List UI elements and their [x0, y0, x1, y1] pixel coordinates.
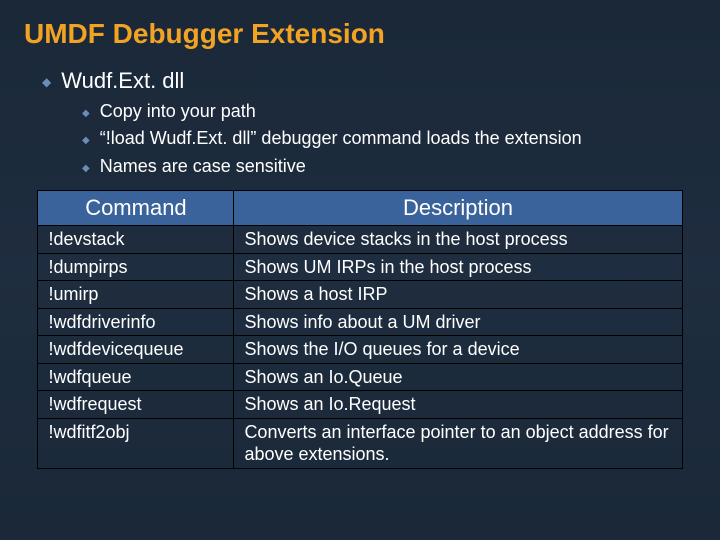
cell-description: Shows an Io.Queue [234, 363, 682, 391]
table-row: !umirp Shows a host IRP [38, 281, 682, 309]
cell-command: !wdfitf2obj [38, 418, 234, 468]
list-item: ◆ Copy into your path [82, 100, 696, 123]
table-row: !wdfitf2obj Converts an interface pointe… [38, 418, 682, 468]
header-description: Description [234, 191, 682, 226]
bullet-icon: ◆ [82, 107, 90, 120]
table-header-row: Command Description [38, 191, 682, 226]
bullet-icon: ◆ [42, 75, 51, 89]
bullet-icon: ◆ [82, 134, 90, 147]
slide: UMDF Debugger Extension ◆ Wudf.Ext. dll … [0, 0, 720, 540]
slide-title: UMDF Debugger Extension [24, 18, 696, 50]
table-row: !wdfrequest Shows an Io.Request [38, 391, 682, 419]
cell-description: Shows info about a UM driver [234, 308, 682, 336]
bullet-icon: ◆ [82, 162, 90, 175]
list-item: ◆ Wudf.Ext. dll [42, 68, 696, 94]
bullet-text: Copy into your path [100, 100, 256, 123]
bullet-text: “!load Wudf.Ext. dll” debugger command l… [100, 127, 582, 150]
bullet-level2: ◆ Copy into your path ◆ “!load Wudf.Ext.… [82, 100, 696, 178]
cell-command: !dumpirps [38, 253, 234, 281]
list-item: ◆ “!load Wudf.Ext. dll” debugger command… [82, 127, 696, 150]
table-row: !wdfdevicequeue Shows the I/O queues for… [38, 336, 682, 364]
table-row: !wdfqueue Shows an Io.Queue [38, 363, 682, 391]
cell-command: !wdfqueue [38, 363, 234, 391]
command-table: Command Description !devstack Shows devi… [37, 190, 682, 469]
header-command: Command [38, 191, 234, 226]
table-row: !devstack Shows device stacks in the hos… [38, 226, 682, 254]
bullet-text: Wudf.Ext. dll [61, 68, 184, 94]
cell-description: Shows UM IRPs in the host process [234, 253, 682, 281]
cell-description: Shows an Io.Request [234, 391, 682, 419]
cell-description: Converts an interface pointer to an obje… [234, 418, 682, 468]
bullet-text: Names are case sensitive [100, 155, 306, 178]
cell-description: Shows a host IRP [234, 281, 682, 309]
cell-command: !devstack [38, 226, 234, 254]
cell-description: Shows device stacks in the host process [234, 226, 682, 254]
cell-command: !wdfdevicequeue [38, 336, 234, 364]
table-row: !dumpirps Shows UM IRPs in the host proc… [38, 253, 682, 281]
cell-command: !umirp [38, 281, 234, 309]
cell-command: !wdfdriverinfo [38, 308, 234, 336]
table-row: !wdfdriverinfo Shows info about a UM dri… [38, 308, 682, 336]
cell-description: Shows the I/O queues for a device [234, 336, 682, 364]
list-item: ◆ Names are case sensitive [82, 155, 696, 178]
bullet-level1: ◆ Wudf.Ext. dll ◆ Copy into your path ◆ … [42, 68, 696, 178]
cell-command: !wdfrequest [38, 391, 234, 419]
